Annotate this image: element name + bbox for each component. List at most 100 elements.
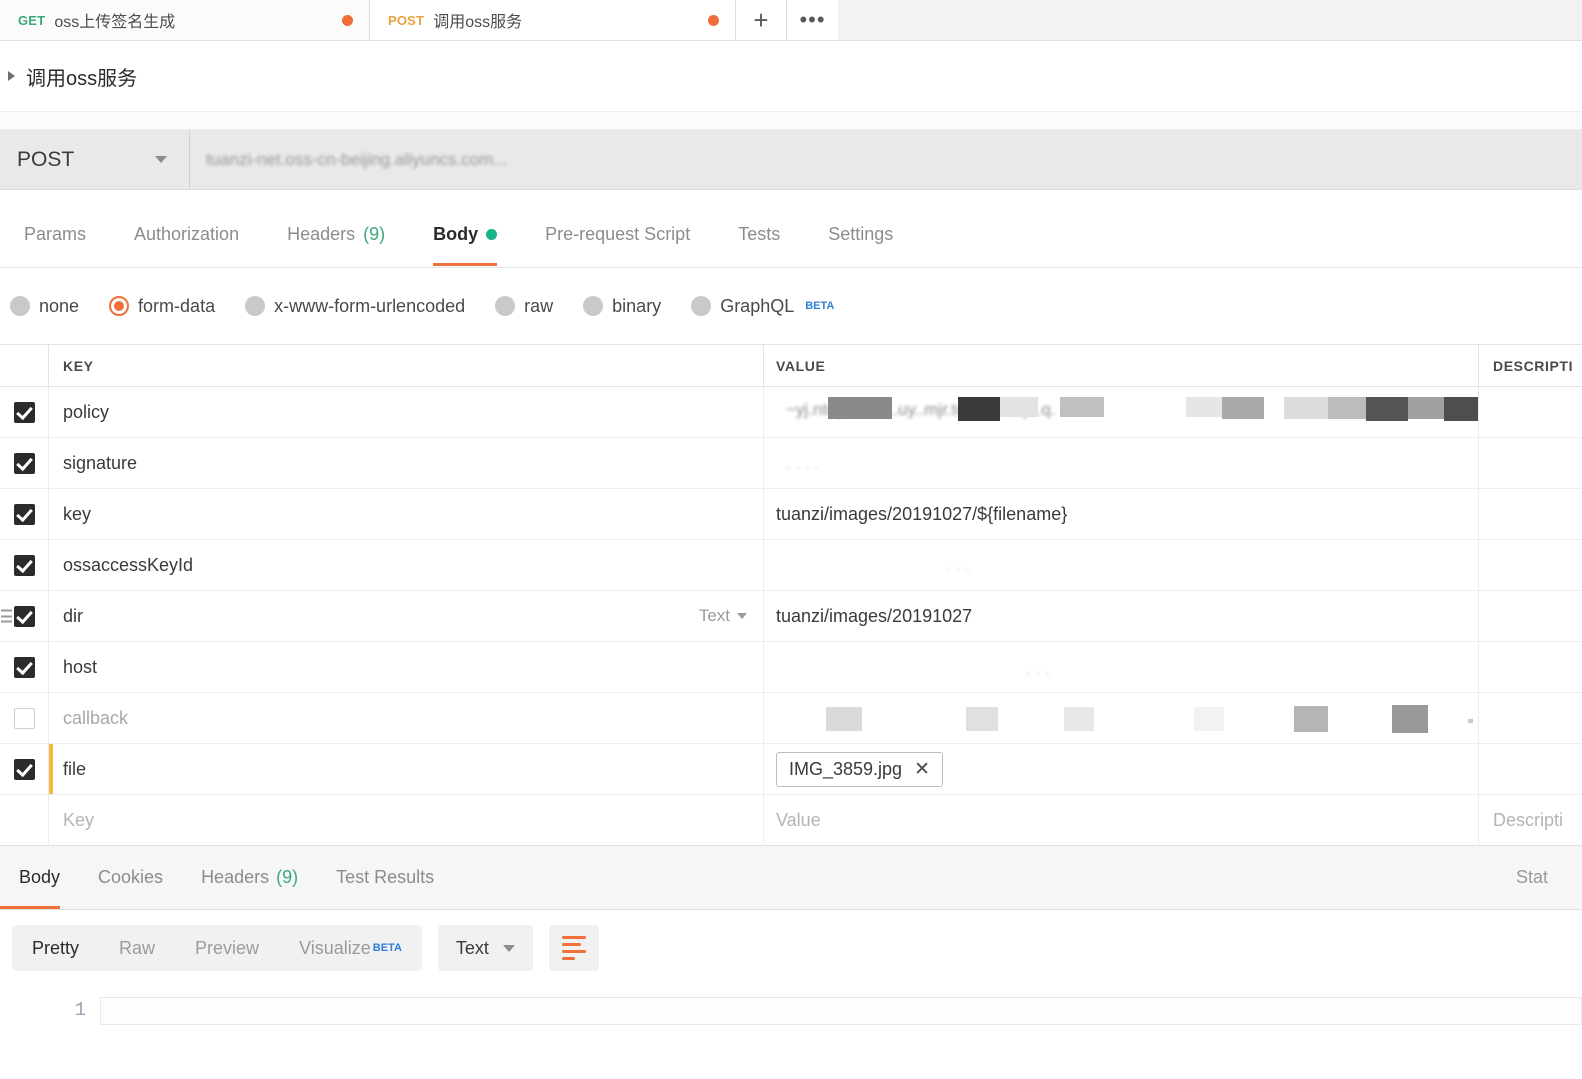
view-mode-pretty[interactable]: Pretty	[12, 925, 99, 971]
chevron-down-icon	[155, 156, 167, 163]
tab-headers[interactable]: Headers (9)	[263, 224, 409, 266]
selected-file-chip[interactable]: IMG_3859.jpg ✕	[776, 751, 943, 787]
row-key-cell[interactable]: ossaccessKeyId	[49, 540, 764, 590]
tab-tests-label: Tests	[738, 224, 781, 244]
row-value-cell-key[interactable]: tuanzi/images/20191027/${filename}	[764, 489, 1479, 539]
view-mode-preview[interactable]: Preview	[175, 925, 279, 971]
response-tab-test-results[interactable]: Test Results	[317, 846, 453, 909]
row-checkbox-callback[interactable]	[13, 707, 35, 729]
row-key-cell[interactable]: policy	[49, 387, 764, 437]
new-value-input[interactable]: Value	[764, 795, 1479, 845]
tab-authorization[interactable]: Authorization	[110, 224, 263, 266]
row-type-label-dir: Text	[698, 606, 730, 625]
body-type-binary[interactable]: binary	[583, 296, 661, 317]
request-name[interactable]: 调用oss服务	[26, 62, 137, 91]
response-tab-test-results-label: Test Results	[336, 867, 435, 887]
row-key-file: file	[63, 758, 87, 779]
body-type-form-data[interactable]: form-data	[109, 296, 215, 317]
body-type-raw[interactable]: raw	[495, 296, 553, 317]
row-value-cell-policy[interactable]: ~yj.ntepau... ...uy..mjr.tc0uw..25j...q.	[764, 387, 1479, 437]
tab-params[interactable]: Params	[0, 224, 110, 266]
row-value-cell-host[interactable]: . . .	[764, 642, 1479, 692]
graphql-beta-badge: BETA	[805, 300, 835, 312]
request-tab-strip: GET oss上传签名生成 POST 调用oss服务 + •••	[0, 0, 1582, 41]
row-key-cell[interactable]: signature	[49, 438, 764, 488]
row-desc-cell[interactable]	[1479, 693, 1582, 743]
row-value-cell-callback[interactable]	[764, 693, 1479, 743]
tab-body[interactable]: Body	[409, 224, 521, 266]
row-checkbox-cell	[0, 744, 49, 794]
table-row: signature . . . .	[0, 438, 1582, 489]
view-mode-visualize[interactable]: Visualize BETA	[279, 925, 422, 971]
view-mode-raw[interactable]: Raw	[99, 925, 175, 971]
method-selector[interactable]: POST	[0, 130, 190, 189]
row-key-cell[interactable]: callback	[49, 693, 764, 743]
tab-title-0: oss上传签名生成	[54, 14, 176, 31]
response-tab-cookies-label: Cookies	[98, 867, 164, 887]
tab-settings[interactable]: Settings	[804, 224, 917, 266]
header-check-cell	[0, 345, 49, 386]
wrap-lines-button[interactable]	[548, 925, 599, 971]
row-value-cell-ossaccesskeyid[interactable]: . . .	[764, 540, 1479, 590]
response-view-mode-group: Pretty Raw Preview Visualize BETA	[12, 925, 422, 971]
tab-tests[interactable]: Tests	[714, 224, 804, 266]
body-type-graphql[interactable]: GraphQL BETA	[691, 296, 834, 317]
row-value-cell-signature[interactable]: . . . .	[764, 438, 1479, 488]
editor-line-number: 1	[74, 999, 86, 1021]
editor-line-content[interactable]	[100, 997, 1582, 1025]
row-checkbox-policy[interactable]	[13, 401, 35, 423]
row-key-cell[interactable]: key	[49, 489, 764, 539]
tab-method-post: POST	[388, 12, 425, 28]
body-type-none[interactable]: none	[10, 296, 79, 317]
row-checkbox-file[interactable]	[13, 758, 35, 780]
row-type-selector-dir[interactable]: Text	[699, 606, 747, 626]
table-row: ossaccessKeyId . . .	[0, 540, 1582, 591]
chevron-right-icon[interactable]	[8, 71, 15, 81]
row-key-cell[interactable]: dir Text	[49, 591, 764, 641]
row-desc-cell[interactable]	[1479, 438, 1582, 488]
table-row: policy ~yj.ntepau... ...uy..mjr.tc0uw..2…	[0, 387, 1582, 438]
table-row-new: Key Value Descripti	[0, 795, 1582, 846]
row-desc-cell[interactable]	[1479, 540, 1582, 590]
url-input[interactable]: tuanzi-net.oss-cn-beijing.aliyuncs.com..…	[190, 130, 1582, 189]
response-tab-cookies[interactable]: Cookies	[79, 846, 182, 909]
unsaved-dot-icon-1	[708, 14, 719, 26]
tab-pre-request-script[interactable]: Pre-request Script	[521, 224, 714, 266]
row-desc-cell[interactable]	[1479, 744, 1582, 794]
new-value-placeholder: Value	[776, 809, 821, 830]
row-checkbox-dir[interactable]	[13, 605, 35, 627]
view-mode-visualize-label: Visualize	[299, 937, 371, 958]
row-desc-cell[interactable]	[1479, 489, 1582, 539]
row-desc-cell[interactable]	[1479, 387, 1582, 437]
body-type-urlencoded[interactable]: x-www-form-urlencoded	[245, 296, 465, 317]
row-key-cell[interactable]: file	[49, 744, 764, 794]
table-row: dir Text tuanzi/images/20191027	[0, 591, 1582, 642]
tab-title-1: 调用oss服务	[433, 14, 523, 31]
tab-settings-label: Settings	[828, 224, 894, 244]
toolbar-gap	[0, 112, 1582, 130]
row-checkbox-cell	[0, 642, 49, 692]
response-body-editor[interactable]: 1	[0, 986, 1582, 1079]
row-key-signature: signature	[63, 452, 138, 473]
request-tab-0[interactable]: GET oss上传签名生成	[0, 0, 370, 40]
row-value-cell-dir[interactable]: tuanzi/images/20191027	[764, 591, 1479, 641]
row-checkbox-host[interactable]	[13, 656, 35, 678]
body-type-form-data-label: form-data	[138, 295, 216, 316]
new-desc-input[interactable]: Descripti	[1479, 795, 1582, 845]
response-tab-headers[interactable]: Headers (9)	[182, 846, 317, 909]
row-checkbox-ossaccesskeyid[interactable]	[13, 554, 35, 576]
row-checkbox-key[interactable]	[13, 503, 35, 525]
row-desc-cell[interactable]	[1479, 642, 1582, 692]
body-type-graphql-label: GraphQL	[720, 295, 795, 316]
response-format-selector[interactable]: Text	[437, 925, 533, 971]
redacted-value-signature: . . . .	[786, 454, 820, 473]
request-tab-1[interactable]: POST 调用oss服务	[370, 0, 736, 40]
new-tab-button[interactable]: +	[736, 0, 787, 40]
row-checkbox-signature[interactable]	[13, 452, 35, 474]
remove-file-icon[interactable]: ✕	[914, 760, 930, 779]
new-key-input[interactable]: Key	[49, 795, 764, 845]
row-desc-cell[interactable]	[1479, 591, 1582, 641]
response-tab-body[interactable]: Body	[0, 846, 79, 909]
row-key-cell[interactable]: host	[49, 642, 764, 692]
tab-overflow-menu-icon[interactable]: •••	[787, 0, 838, 40]
